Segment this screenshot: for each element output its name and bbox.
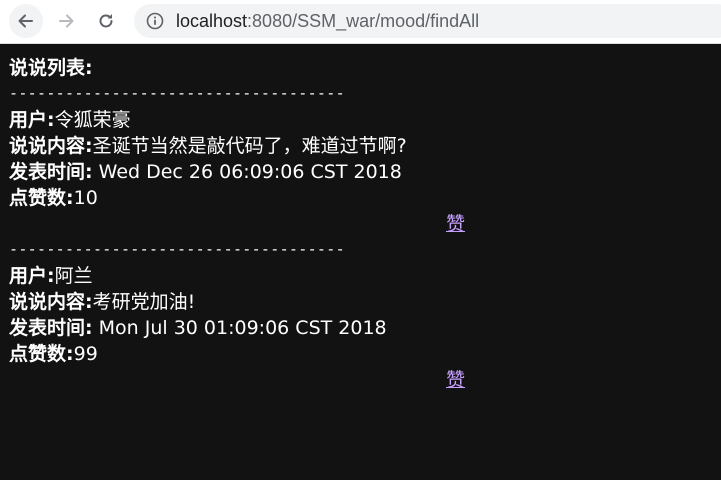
content-label: 说说内容: bbox=[9, 135, 93, 157]
post-likes: 10 bbox=[73, 187, 98, 209]
post-likes: 99 bbox=[73, 343, 98, 365]
post-time-line: 发表时间: Wed Dec 26 06:09:06 CST 2018 bbox=[9, 160, 402, 184]
time-label: 发表时间: bbox=[9, 317, 93, 339]
divider: ------------------------------------ bbox=[9, 84, 345, 102]
forward-button[interactable] bbox=[49, 4, 83, 38]
user-label: 用户: bbox=[9, 109, 55, 131]
likes-label: 点赞数: bbox=[9, 187, 74, 209]
post-time-line: 发表时间: Mon Jul 30 01:09:06 CST 2018 bbox=[9, 316, 387, 340]
page-content: 说说列表: ----------------------------------… bbox=[0, 44, 721, 480]
info-icon[interactable] bbox=[146, 12, 164, 30]
address-bar[interactable]: localhost:8080/SSM_war/mood/findAll bbox=[134, 4, 721, 38]
post-content: 考研党加油! bbox=[92, 291, 196, 313]
divider: ------------------------------------ bbox=[9, 240, 345, 258]
url-text[interactable]: localhost:8080/SSM_war/mood/findAll bbox=[176, 10, 479, 32]
post-likes-line: 点赞数:10 bbox=[9, 186, 98, 210]
post-user-line: 用户:令狐荣豪 bbox=[9, 108, 131, 132]
like-link[interactable]: 赞 bbox=[446, 368, 465, 392]
reload-icon bbox=[99, 14, 113, 28]
user-label: 用户: bbox=[9, 265, 55, 287]
arrow-right-icon bbox=[59, 14, 74, 28]
post-content: 圣诞节当然是敲代码了，难道过节啊? bbox=[92, 135, 407, 157]
back-button[interactable] bbox=[9, 4, 43, 38]
browser-toolbar: localhost:8080/SSM_war/mood/findAll bbox=[0, 0, 721, 44]
likes-label: 点赞数: bbox=[9, 343, 74, 365]
post-user: 阿兰 bbox=[54, 265, 93, 287]
content-label: 说说内容: bbox=[9, 291, 93, 313]
post-user-line: 用户:阿兰 bbox=[9, 264, 93, 288]
arrow-left-icon bbox=[18, 14, 33, 28]
url-host: localhost bbox=[176, 11, 248, 31]
post-time: Wed Dec 26 06:09:06 CST 2018 bbox=[92, 161, 402, 183]
url-path: :8080/SSM_war/mood/findAll bbox=[247, 11, 480, 31]
post-time: Mon Jul 30 01:09:06 CST 2018 bbox=[92, 317, 387, 339]
time-label: 发表时间: bbox=[9, 161, 93, 183]
reload-button[interactable] bbox=[89, 4, 123, 38]
post-user: 令狐荣豪 bbox=[54, 109, 131, 131]
like-link[interactable]: 赞 bbox=[446, 212, 465, 236]
page-heading: 说说列表: bbox=[9, 57, 93, 79]
post-content-line: 说说内容:圣诞节当然是敲代码了，难道过节啊? bbox=[9, 134, 407, 158]
post-likes-line: 点赞数:99 bbox=[9, 342, 98, 366]
post-content-line: 说说内容:考研党加油! bbox=[9, 290, 195, 314]
